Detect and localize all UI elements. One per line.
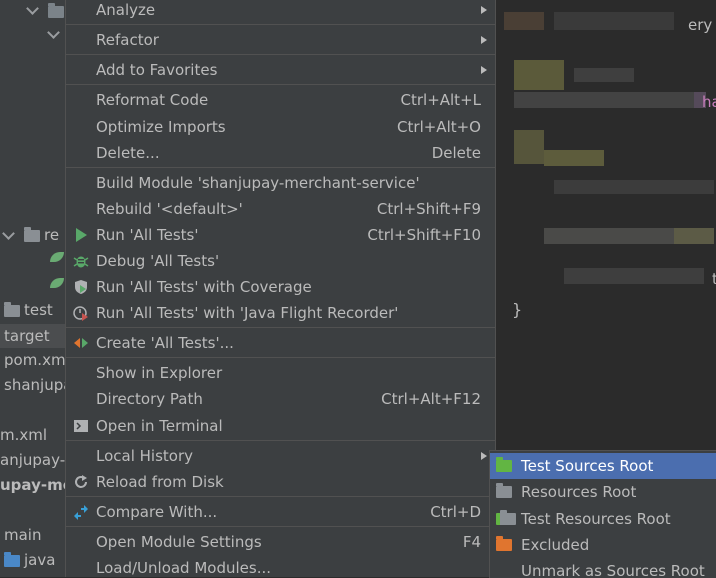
coverage-icon: [75, 280, 87, 294]
submenu-arrow-icon: [481, 452, 487, 460]
menu-separator: [66, 84, 495, 85]
tree-item-resources[interactable]: re: [24, 223, 59, 247]
spring-leaf-icon: [50, 278, 64, 288]
tree-item-java[interactable]: java: [4, 548, 55, 572]
menu-item-build-module[interactable]: Build Module 'shanjupay-merchant-service…: [66, 170, 495, 196]
menu-item-directory-path[interactable]: Directory Path Ctrl+Alt+F12: [66, 386, 495, 412]
menu-item-add-to-favorites[interactable]: Add to Favorites: [66, 57, 495, 83]
expand-chevron-icon[interactable]: [26, 2, 39, 15]
menu-item-reformat-code[interactable]: Reformat Code Ctrl+Alt+L: [66, 87, 495, 113]
menu-item-reload-from-disk[interactable]: Reload from Disk: [66, 469, 495, 495]
project-tree-panel: re test target pom.xm shanjupa m.xml anj…: [0, 0, 66, 577]
menu-item-debug-all-tests[interactable]: Debug 'All Tests': [66, 248, 495, 274]
excluded-folder-icon: [496, 536, 512, 551]
profiler-icon: [73, 306, 88, 321]
tree-item-module[interactable]: anjupay-r: [0, 448, 66, 472]
code-closing-brace: }: [512, 300, 523, 319]
menu-item-local-history[interactable]: Local History: [66, 443, 495, 469]
tree-item-test[interactable]: test: [4, 298, 53, 322]
tree-item-target[interactable]: target: [0, 324, 66, 348]
submenu-item-unmark-sources-root[interactable]: Unmark as Sources Root: [490, 558, 716, 578]
menu-item-refactor[interactable]: Refactor: [66, 27, 495, 53]
menu-item-optimize-imports[interactable]: Optimize Imports Ctrl+Alt+O: [66, 114, 495, 140]
resources-folder-icon: [496, 483, 512, 498]
menu-item-run-all-tests[interactable]: Run 'All Tests' Ctrl+Shift+F10: [66, 222, 495, 248]
test-sources-folder-icon: [496, 457, 512, 472]
submenu-arrow-icon: [481, 36, 487, 44]
spring-leaf-icon: [50, 252, 64, 262]
submenu-arrow-icon: [481, 6, 487, 14]
menu-separator: [66, 24, 495, 25]
menu-item-load-unload-modules[interactable]: Load/Unload Modules...: [66, 555, 495, 577]
menu-item-delete[interactable]: Delete... Delete: [66, 140, 495, 166]
menu-item-create-all-tests[interactable]: Create 'All Tests'...: [66, 330, 495, 356]
menu-item-show-in-explorer[interactable]: Show in Explorer: [66, 360, 495, 386]
module-folder-icon: [48, 3, 64, 18]
menu-item-open-module-settings[interactable]: Open Module Settings F4: [66, 529, 495, 555]
code-fragment: ery: [688, 16, 713, 34]
submenu-item-excluded[interactable]: Excluded: [490, 532, 716, 558]
expand-chevron-icon[interactable]: [2, 227, 15, 240]
menu-item-run-with-jfr[interactable]: Run 'All Tests' with 'Java Flight Record…: [66, 300, 495, 326]
expand-chevron-icon[interactable]: [47, 26, 60, 39]
test-resources-folder-icon: [496, 510, 516, 525]
submenu-arrow-icon: [481, 66, 487, 74]
reload-icon: [75, 475, 87, 488]
menu-separator: [66, 357, 495, 358]
folder-icon: [4, 301, 20, 317]
menu-separator: [66, 54, 495, 55]
debug-icon: [73, 256, 89, 268]
tree-item-pom[interactable]: pom.xm: [4, 348, 66, 372]
submenu-item-test-sources-root[interactable]: Test Sources Root: [490, 453, 716, 479]
code-fragment: ha: [702, 93, 716, 111]
menu-item-rebuild[interactable]: Rebuild '<default>' Ctrl+Shift+F9: [66, 196, 495, 222]
menu-separator: [66, 526, 495, 527]
resources-folder-icon: [24, 226, 40, 242]
code-fragment: t: [712, 270, 716, 288]
menu-item-analyze[interactable]: Analyze: [66, 0, 495, 23]
submenu-item-resources-root[interactable]: Resources Root: [490, 479, 716, 505]
menu-separator: [66, 496, 495, 497]
tree-item-merchant-module[interactable]: upay-me: [0, 473, 66, 497]
compare-icon: [74, 505, 88, 520]
menu-item-open-in-terminal[interactable]: Open in Terminal: [66, 413, 495, 439]
menu-separator: [66, 440, 495, 441]
mark-directory-submenu: Test Sources Root Resources Root Test Re…: [489, 450, 716, 578]
submenu-item-test-resources-root[interactable]: Test Resources Root: [490, 506, 716, 532]
tree-item-root-pom[interactable]: m.xml: [0, 423, 47, 447]
menu-item-compare-with[interactable]: Compare With... Ctrl+D: [66, 499, 495, 525]
tree-item-iml[interactable]: shanjupa: [4, 373, 66, 397]
tree-item-main[interactable]: main: [4, 523, 41, 547]
menu-separator: [66, 167, 495, 168]
terminal-icon: [74, 420, 88, 432]
menu-separator: [66, 327, 495, 328]
run-icon: [76, 228, 87, 242]
context-menu: Analyze Refactor Add to Favorites Reform…: [65, 0, 496, 577]
source-folder-icon: [4, 551, 20, 567]
create-config-icon: [74, 338, 88, 348]
menu-item-run-with-coverage[interactable]: Run 'All Tests' with Coverage: [66, 274, 495, 300]
